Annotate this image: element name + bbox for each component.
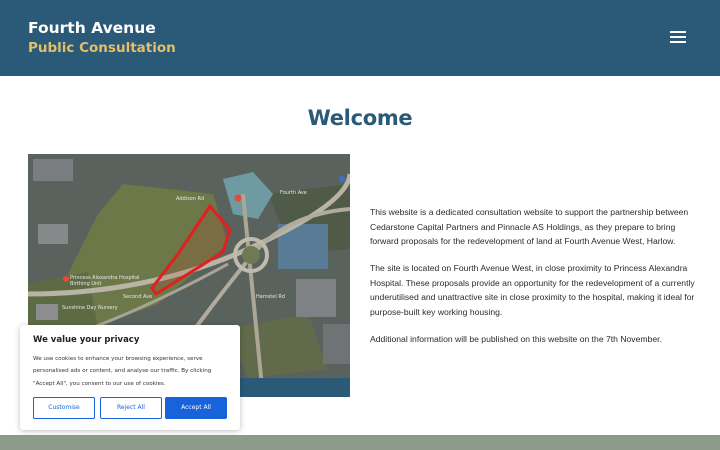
cookie-description: We use cookies to enhance your browsing … <box>33 356 212 387</box>
site-subtitle[interactable]: Public Consultation <box>28 40 176 56</box>
menu-bar <box>670 31 686 33</box>
map-label: Second Ave <box>123 294 153 300</box>
footer-band <box>0 435 720 450</box>
menu-bar <box>670 36 686 38</box>
map-label: Hamstel Rd <box>256 294 285 300</box>
intro-paragraph: This website is a dedicated consultation… <box>370 207 689 247</box>
intro-paragraph: Additional information will be published… <box>370 334 662 345</box>
hamburger-menu-icon[interactable] <box>670 31 690 45</box>
map-label: Sunshine Day Nursery <box>62 305 118 311</box>
intro-paragraph: The site is located on Fourth Avenue Wes… <box>370 263 695 318</box>
reject-all-button[interactable]: Reject All <box>100 397 162 419</box>
customise-button[interactable]: Customise <box>33 397 95 419</box>
accept-all-button[interactable]: Accept All <box>165 397 227 419</box>
page-title: Welcome <box>307 106 413 130</box>
site-header: Fourth Avenue Public Consultation <box>0 0 720 76</box>
map-label: Princess Alexandra Hospital Birthing Uni… <box>70 275 140 287</box>
map-label: Fourth Ave <box>280 190 307 196</box>
site-title[interactable]: Fourth Avenue <box>28 19 156 37</box>
menu-bar <box>670 41 686 43</box>
intro-text: This website is a dedicated consultation… <box>370 205 695 359</box>
cookie-consent-banner: We value your privacy We use cookies to … <box>20 325 240 430</box>
map-label: Addison Rd <box>176 196 205 202</box>
cookie-title: We value your privacy <box>33 335 140 345</box>
